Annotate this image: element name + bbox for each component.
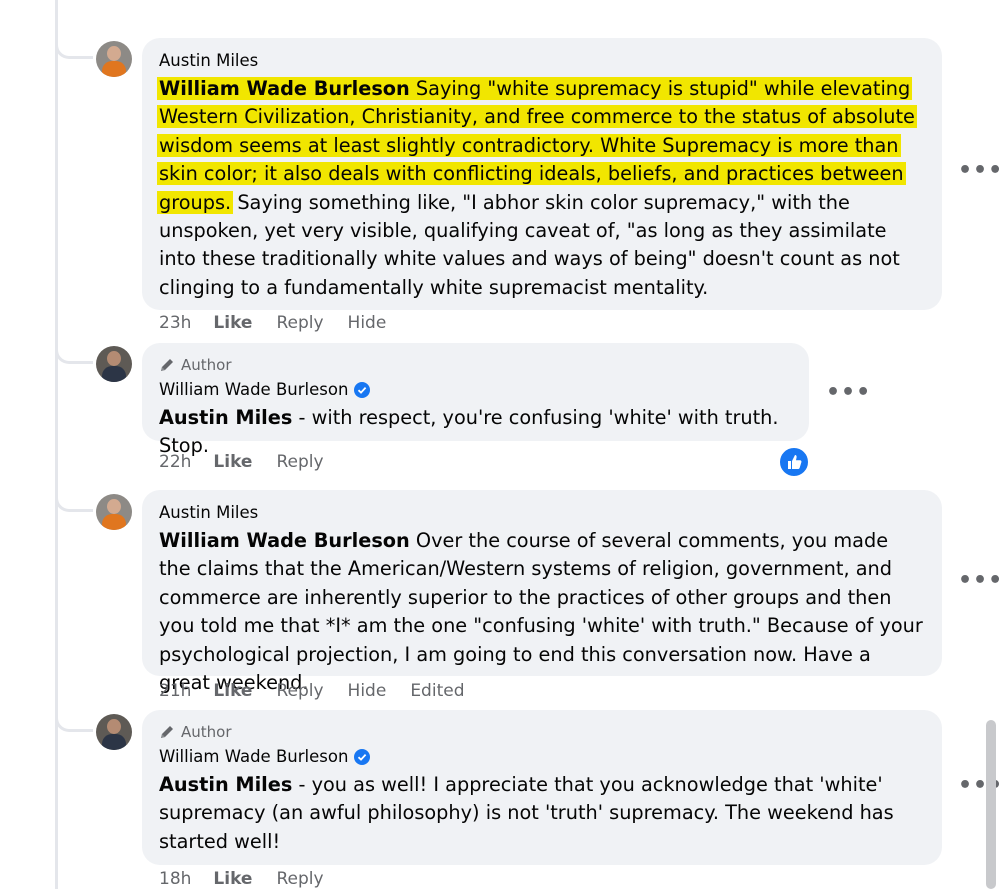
author-badge: Author: [159, 355, 792, 375]
comment-time[interactable]: 21h: [159, 681, 191, 701]
mention-link[interactable]: Austin Miles: [159, 406, 292, 429]
comment-author[interactable]: Austin Miles: [159, 502, 925, 524]
comment-text: Austin Miles - you as well! I appreciate…: [159, 773, 894, 853]
comment-actions: 21h Like Reply Hide Edited: [159, 681, 488, 701]
comment-bubble: Author William Wade Burleson Austin Mile…: [142, 343, 809, 457]
like-button[interactable]: Like: [213, 452, 252, 472]
hide-button[interactable]: Hide: [348, 313, 387, 333]
comment-actions: 22h Like Reply: [159, 452, 348, 472]
comment-text: William Wade Burleson Saying "white supr…: [157, 77, 917, 299]
thread-line: [55, 0, 58, 889]
edited-label[interactable]: Edited: [410, 681, 464, 701]
comment-author[interactable]: Austin Miles: [159, 50, 925, 72]
comment-bubble: Austin Miles William Wade Burleson Over …: [142, 490, 942, 694]
avatar[interactable]: [96, 41, 132, 77]
mention-link[interactable]: William Wade Burleson: [159, 77, 410, 100]
thread-connector: [55, 708, 93, 732]
comment-time[interactable]: 18h: [159, 869, 191, 889]
reply-button[interactable]: Reply: [276, 681, 323, 701]
more-options-icon[interactable]: •••: [958, 568, 1003, 593]
pen-icon: [161, 359, 173, 371]
hide-button[interactable]: Hide: [348, 681, 387, 701]
author-badge: Author: [159, 722, 925, 742]
comment-time[interactable]: 23h: [159, 313, 191, 333]
reply-button[interactable]: Reply: [276, 869, 323, 889]
more-options-icon[interactable]: •••: [958, 158, 1003, 183]
comment-time[interactable]: 22h: [159, 452, 191, 472]
mention-link[interactable]: Austin Miles: [159, 773, 292, 796]
thread-connector: [55, 488, 93, 512]
comment-text: William Wade Burleson Over the course of…: [159, 529, 923, 695]
thread-connector: [55, 35, 93, 59]
verified-badge-icon: [354, 382, 371, 398]
comment-author: William Wade Burleson: [159, 379, 792, 401]
avatar[interactable]: [96, 714, 132, 750]
comment-bubble: Austin Miles William Wade Burleson Sayin…: [142, 38, 942, 310]
scrollbar-thumb[interactable]: [986, 720, 996, 889]
reply-button[interactable]: Reply: [276, 313, 323, 333]
avatar[interactable]: [96, 494, 132, 530]
reply-button[interactable]: Reply: [276, 452, 323, 472]
like-button[interactable]: Like: [213, 681, 252, 701]
thread-connector: [55, 340, 93, 364]
more-options-icon[interactable]: •••: [826, 380, 871, 405]
verified-badge-icon: [354, 749, 371, 765]
comment-actions: 18h Like Reply: [159, 869, 348, 889]
comment-author: William Wade Burleson: [159, 746, 925, 768]
pen-icon: [161, 726, 173, 738]
avatar[interactable]: [96, 346, 132, 382]
like-button[interactable]: Like: [213, 869, 252, 889]
mention-link[interactable]: William Wade Burleson: [159, 529, 410, 552]
more-options-icon[interactable]: •••: [958, 773, 1003, 798]
like-button[interactable]: Like: [213, 313, 252, 333]
like-icon[interactable]: [778, 446, 810, 478]
comment-actions: 23h Like Reply Hide: [159, 313, 410, 333]
comment-bubble: Author William Wade Burleson Austin Mile…: [142, 710, 942, 865]
